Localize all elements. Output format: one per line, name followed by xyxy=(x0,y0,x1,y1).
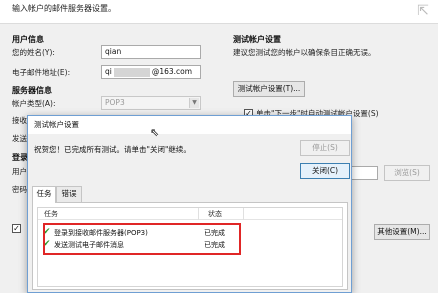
chevron-down-icon: ▼ xyxy=(189,98,199,108)
column-divider xyxy=(198,208,199,220)
account-type-select[interactable]: POP3 ▼ xyxy=(101,96,201,110)
user-info-title: 用户信息 xyxy=(12,35,44,44)
cursor-arrow-icon: ⇱ xyxy=(417,3,429,19)
stop-button[interactable]: 停止(S) xyxy=(300,140,350,156)
dialog-message: 祝贺您！已完成所有测试。请单击"关闭"继续。 xyxy=(34,145,191,154)
more-settings-button[interactable]: 其他设置(M)... xyxy=(374,224,430,240)
test-account-dialog: 测试帐户设置 祝贺您！已完成所有测试。请单击"关闭"继续。 停止(S) 关闭(C… xyxy=(27,115,352,293)
red-highlight-box xyxy=(43,223,241,255)
close-button[interactable]: 关闭(C) xyxy=(300,163,350,179)
remember-checkbox[interactable]: ✓ xyxy=(12,224,21,233)
account-type-value: POP3 xyxy=(105,98,125,107)
account-type-label: 帐户类型(A): xyxy=(12,99,56,108)
column-status[interactable]: 状态 xyxy=(208,209,222,219)
task-list: 任务 状态 ✔ 登录到接收邮件服务器(POP3) 已完成 ✔ 发送测试电子邮件消… xyxy=(37,207,343,287)
dialog-title: 测试帐户设置 xyxy=(28,116,351,134)
user-label: 用户 xyxy=(12,167,27,176)
email-prefix: qi xyxy=(105,67,112,76)
email-suffix: @163.com xyxy=(151,67,193,76)
browse-button[interactable]: 浏览(S) xyxy=(384,165,430,181)
data-file-field[interactable] xyxy=(350,166,378,180)
email-label: 电子邮件地址(E): xyxy=(12,68,71,77)
task-list-header: 任务 状态 xyxy=(38,208,342,220)
name-label: 您的姓名(Y): xyxy=(12,48,55,57)
tab-errors[interactable]: 错误 xyxy=(56,186,82,202)
tasks-panel: 任务 状态 ✔ 登录到接收邮件服务器(POP3) 已完成 ✔ 发送测试电子邮件消… xyxy=(32,202,348,290)
email-field[interactable]: qi @163.com xyxy=(101,65,201,79)
column-divider xyxy=(243,208,244,220)
wizard-header: 输入帐户的邮件服务器设置。 ⇱ xyxy=(0,0,438,24)
test-account-button[interactable]: 测试帐户设置(T)... xyxy=(233,81,305,97)
incoming-label: 接收 xyxy=(12,116,27,125)
outgoing-label: 发送 xyxy=(12,134,27,143)
tab-tasks[interactable]: 任务 xyxy=(32,186,56,203)
header-instruction: 输入帐户的邮件服务器设置。 xyxy=(12,4,116,13)
name-field[interactable]: qian xyxy=(101,45,201,59)
name-value: qian xyxy=(105,47,122,56)
redaction-mask xyxy=(113,67,150,77)
server-info-title: 服务器信息 xyxy=(12,86,52,95)
column-task[interactable]: 任务 xyxy=(44,209,58,219)
test-settings-desc: 建议您测试您的帐户以确保条目正确无误。 xyxy=(233,48,376,57)
mouse-pointer-icon: ⇖ xyxy=(150,126,160,139)
logon-title: 登录 xyxy=(12,153,28,162)
test-settings-title: 测试帐户设置 xyxy=(233,35,281,44)
password-label: 密码 xyxy=(12,185,27,194)
